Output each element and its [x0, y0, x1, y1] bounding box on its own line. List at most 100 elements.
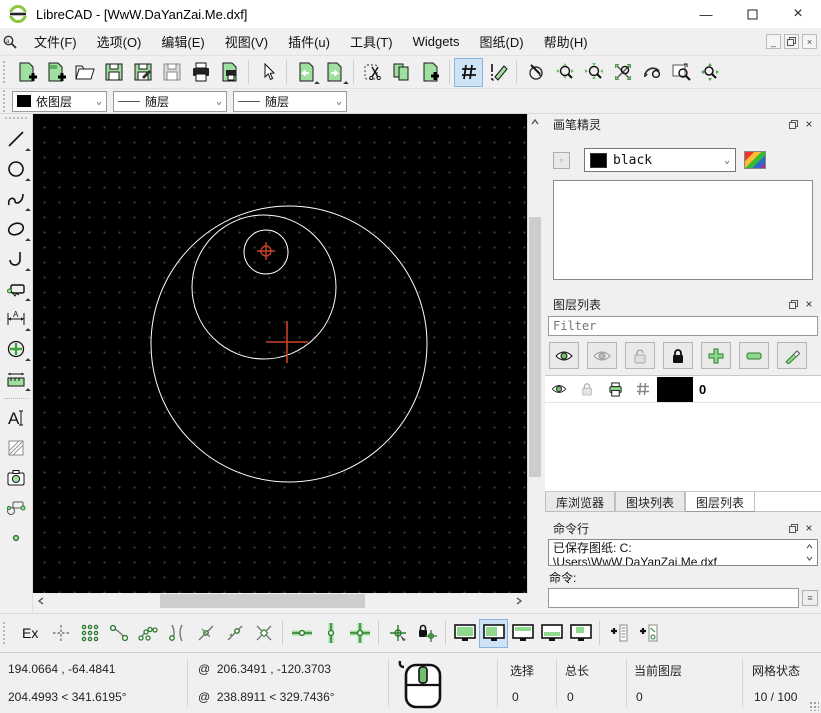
zoom-pan-button[interactable] — [695, 58, 724, 87]
command-input[interactable] — [548, 588, 799, 608]
new-document-button[interactable] — [12, 58, 41, 87]
tool-polyline-button[interactable] — [1, 244, 31, 274]
horizontal-scrollbar[interactable] — [33, 593, 541, 609]
snap-middle-button[interactable] — [191, 619, 220, 648]
layer-color-swatch[interactable] — [657, 377, 693, 402]
dock-area-top-button[interactable] — [508, 619, 537, 648]
grid-toggle-button[interactable] — [454, 58, 483, 87]
tool-text-button[interactable]: A — [1, 403, 31, 433]
restrict-orthogonal-button[interactable] — [345, 619, 374, 648]
linetype-combobox[interactable]: 随层 ⌄ — [113, 91, 227, 112]
close-button[interactable]: × — [775, 0, 821, 28]
tool-circle-button[interactable] — [1, 154, 31, 184]
layer-construction-icon[interactable] — [629, 382, 657, 396]
layer-visible-icon[interactable] — [545, 383, 573, 395]
select-pointer-button[interactable] — [253, 58, 282, 87]
tool-spline-button[interactable] — [1, 184, 31, 214]
snap-endpoint-button[interactable] — [104, 619, 133, 648]
open-file-button[interactable] — [70, 58, 99, 87]
sidebar-drag-handle[interactable] — [5, 117, 27, 122]
tool-modify-button[interactable] — [1, 334, 31, 364]
restrict-vertical-button[interactable] — [316, 619, 345, 648]
save-button[interactable] — [99, 58, 128, 87]
menu-edit[interactable]: 编辑(E) — [151, 28, 214, 55]
close-panel-icon[interactable]: × — [801, 297, 817, 311]
add-toolbar-widget-button[interactable] — [633, 619, 662, 648]
add-command-widget-button[interactable] — [604, 619, 633, 648]
color-picker-button[interactable] — [744, 151, 766, 169]
layer-print-icon[interactable] — [601, 382, 629, 397]
snap-distance-button[interactable] — [220, 619, 249, 648]
dock-area-left-button[interactable] — [450, 619, 479, 648]
snap-intersection-button[interactable] — [249, 619, 278, 648]
color-combobox[interactable]: 依图层 ⌄ — [12, 91, 107, 112]
snap-entity-button[interactable] — [133, 619, 162, 648]
tool-block-button[interactable] — [1, 493, 31, 523]
layer-row-0[interactable]: 0 — [545, 376, 821, 403]
layer-lock-icon[interactable] — [573, 382, 601, 396]
hide-all-layers-button[interactable] — [587, 342, 617, 369]
export-button[interactable] — [157, 58, 186, 87]
mdi-close-button[interactable]: × — [802, 34, 817, 49]
close-panel-icon[interactable]: × — [801, 521, 817, 535]
scroll-up-icon[interactable] — [528, 114, 542, 129]
menu-file[interactable]: 文件(F) — [24, 28, 87, 55]
set-relative-zero-button[interactable] — [383, 619, 412, 648]
minimize-button[interactable]: — — [683, 0, 729, 28]
linewidth-combobox[interactable]: 随层 ⌄ — [233, 91, 347, 112]
dock-area-bottom-button[interactable] — [537, 619, 566, 648]
menu-view[interactable]: 视图(V) — [215, 28, 278, 55]
zoom-auto-button[interactable] — [608, 58, 637, 87]
pen-options-button[interactable]: ▫ — [553, 152, 570, 169]
pen-color-combobox[interactable]: black ⌄ — [584, 148, 736, 172]
menu-help[interactable]: 帮助(H) — [534, 28, 598, 55]
paste-button[interactable] — [416, 58, 445, 87]
vertical-scrollbar-thumb[interactable] — [529, 217, 541, 477]
show-all-layers-button[interactable] — [549, 342, 579, 369]
float-panel-icon[interactable] — [785, 117, 801, 131]
tool-measure-button[interactable] — [1, 364, 31, 394]
lock-relative-zero-button[interactable] — [412, 619, 441, 648]
menu-widgets[interactable]: Widgets — [403, 30, 470, 53]
scroll-left-icon[interactable] — [33, 593, 49, 609]
command-history[interactable]: 已保存图纸: C: \Users\WwW.DaYanZai.Me.dxf — [548, 539, 818, 566]
lock-all-layers-button[interactable] — [663, 342, 693, 369]
restrict-horizontal-button[interactable] — [287, 619, 316, 648]
layer-filter-input[interactable] — [548, 316, 818, 336]
undo-button[interactable] — [291, 58, 320, 87]
tab-layer-list[interactable]: 图层列表 — [685, 492, 755, 512]
tool-image-button[interactable] — [1, 463, 31, 493]
redo-button[interactable] — [320, 58, 349, 87]
draft-mode-button[interactable] — [483, 58, 512, 87]
tool-ellipse-button[interactable] — [1, 214, 31, 244]
horizontal-scrollbar-thumb[interactable] — [160, 594, 365, 608]
cut-button[interactable] — [358, 58, 387, 87]
snap-toolbar-drag-handle[interactable] — [3, 622, 9, 644]
menu-options[interactable]: 选项(O) — [87, 28, 152, 55]
close-panel-icon[interactable]: × — [801, 117, 817, 131]
drawing-canvas[interactable] — [33, 114, 527, 593]
command-options-icon[interactable]: ≡ — [802, 590, 818, 606]
mdi-minimize-button[interactable]: _ — [766, 34, 781, 49]
zoom-window-button[interactable] — [666, 58, 695, 87]
zoom-out-button[interactable] — [579, 58, 608, 87]
tab-block-list[interactable]: 图块列表 — [615, 492, 685, 512]
edit-layer-button[interactable] — [777, 342, 807, 369]
zoom-in-button[interactable] — [550, 58, 579, 87]
pen-toolbar-drag-handle[interactable] — [3, 90, 9, 112]
snap-free-button[interactable] — [46, 619, 75, 648]
scroll-right-icon[interactable] — [511, 593, 527, 609]
tool-line-button[interactable] — [1, 124, 31, 154]
menu-tools[interactable]: 工具(T) — [340, 28, 403, 55]
new-from-template-button[interactable] — [41, 58, 70, 87]
redraw-button[interactable] — [521, 58, 550, 87]
tab-library-browser[interactable]: 库浏览器 — [545, 492, 615, 512]
resize-grip[interactable] — [809, 701, 819, 711]
tool-dimension-button[interactable]: A — [1, 304, 31, 334]
menu-plugins[interactable]: 插件(u) — [278, 28, 340, 55]
tool-select-button[interactable] — [1, 274, 31, 304]
snap-grid-button[interactable] — [75, 619, 104, 648]
tool-hatch-button[interactable] — [1, 433, 31, 463]
menu-drawings[interactable]: 图纸(D) — [470, 28, 534, 55]
float-panel-icon[interactable] — [785, 521, 801, 535]
